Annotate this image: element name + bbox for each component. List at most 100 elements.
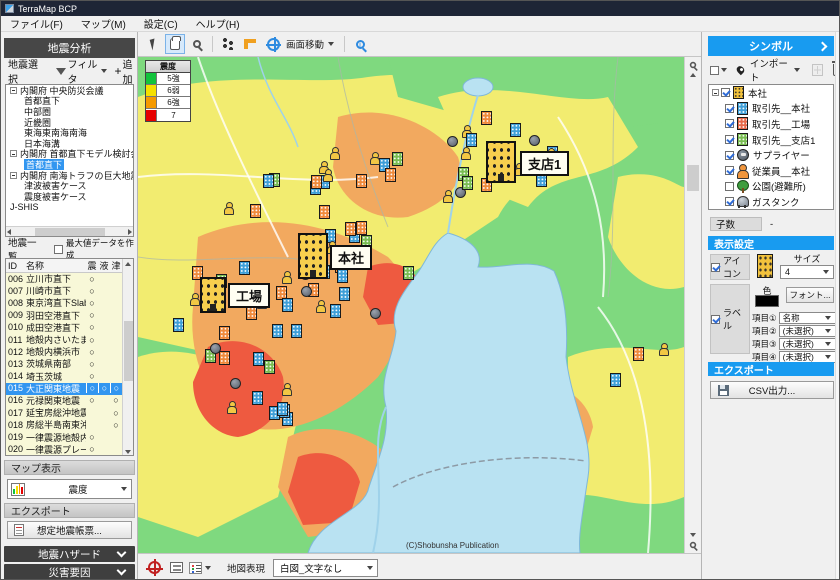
- tree-item[interactable]: 近畿圏: [6, 117, 133, 128]
- table-row[interactable]: 020一律震源プレート...○: [6, 444, 133, 456]
- tree-item[interactable]: 津波被害ケース: [6, 180, 133, 191]
- symbol-tree-item[interactable]: 従業員__本社: [709, 163, 833, 179]
- map-symbol-gas-tank[interactable]: [370, 308, 381, 319]
- symbol-tree-item[interactable]: 取引先__本社: [709, 101, 833, 117]
- expander-icon[interactable]: [712, 89, 719, 96]
- facility-building-icon[interactable]: [200, 277, 226, 313]
- map-symbol-client-hq[interactable]: [173, 318, 184, 332]
- zoom-tool-button[interactable]: [187, 34, 207, 54]
- field-dropdown[interactable]: 名称: [779, 312, 836, 324]
- map-symbol-client-hq[interactable]: [339, 287, 350, 301]
- tree-item[interactable]: 内閣府 中央防災会議: [6, 85, 133, 96]
- map-symbol-client-branch[interactable]: [403, 266, 414, 280]
- dropdown-caret-icon[interactable]: [794, 68, 800, 72]
- label-color-swatch[interactable]: [755, 295, 779, 307]
- field-dropdown[interactable]: (未選択): [779, 325, 836, 337]
- font-button[interactable]: フォント...: [786, 287, 834, 303]
- symbol-tree-item[interactable]: サプライヤー: [709, 147, 833, 163]
- route-tool-button[interactable]: [218, 34, 238, 54]
- zoom-track[interactable]: [685, 77, 701, 533]
- right-panel-scrollbar[interactable]: [835, 32, 840, 580]
- layer-checkbox[interactable]: [725, 197, 734, 206]
- menu-item-ファイル(F)[interactable]: ファイル(F): [1, 16, 72, 31]
- map-canvas[interactable]: 震度 5強6弱6強7 (C)Shobunsha Publication 工場本社…: [138, 57, 684, 553]
- map-symbol-client-hq[interactable]: [466, 133, 477, 147]
- center-marker-button[interactable]: [144, 558, 164, 578]
- map-symbol-client-factory[interactable]: [311, 175, 322, 189]
- zoom-thumb[interactable]: [687, 165, 699, 191]
- facility-label[interactable]: 支店1: [520, 151, 569, 176]
- map-symbol-client-factory[interactable]: [356, 221, 367, 235]
- disaster-factor-section-bar[interactable]: 災害要因: [4, 564, 135, 580]
- map-symbol-gas-tank[interactable]: [230, 378, 241, 389]
- symbol-tree-item[interactable]: 取引先__工場: [709, 116, 833, 132]
- map-symbol-client-factory[interactable]: [250, 204, 261, 218]
- map-symbol-client-hq[interactable]: [282, 298, 293, 312]
- map-symbol-client-factory[interactable]: [219, 326, 230, 340]
- table-vscrollbar[interactable]: [122, 259, 133, 456]
- map-symbol-client-factory[interactable]: [356, 174, 367, 188]
- facility-building-icon[interactable]: [298, 233, 328, 279]
- col-header-ID[interactable]: ID: [6, 261, 26, 271]
- area-tool-button[interactable]: [240, 34, 260, 54]
- expander-icon[interactable]: [10, 87, 17, 94]
- tree-item[interactable]: 日本海溝: [6, 138, 133, 149]
- map-zoom-scrollbar[interactable]: [684, 57, 701, 553]
- icon-checkbox[interactable]: [711, 263, 720, 272]
- layer-checkbox[interactable]: [725, 166, 734, 175]
- symbol-tree-item[interactable]: 本社: [709, 85, 833, 101]
- map-symbol-client-hq[interactable]: [263, 174, 274, 188]
- layer-checkbox[interactable]: [725, 119, 734, 128]
- layer-checkbox[interactable]: [725, 182, 734, 191]
- menu-item-マップ(M)[interactable]: マップ(M): [72, 16, 135, 31]
- map-symbol-client-branch[interactable]: [264, 360, 275, 374]
- identify-tool-button[interactable]: i: [350, 34, 370, 54]
- map-symbol-client-factory[interactable]: [481, 111, 492, 125]
- layer-checkbox[interactable]: [721, 88, 730, 97]
- dropdown-caret-icon[interactable]: [721, 68, 727, 72]
- layer-checkbox[interactable]: [725, 135, 734, 144]
- scroll-left-icon[interactable]: [7, 229, 11, 235]
- symbol-tree-item[interactable]: 公園(避難所): [709, 179, 833, 195]
- tree-item[interactable]: 中部圏: [6, 106, 133, 117]
- layer-checkbox[interactable]: [725, 151, 734, 160]
- pan-mode-dropdown[interactable]: 画面移動: [262, 34, 339, 54]
- tree-item[interactable]: 内閣府 南海トラフの巨大地震モデル検: [6, 170, 133, 181]
- col-header-液[interactable]: 液: [98, 259, 110, 272]
- report-button[interactable]: 想定地震帳票...: [7, 521, 132, 539]
- col-header-名称[interactable]: 名称: [26, 259, 86, 272]
- symbol-tree-item[interactable]: 取引先__支店1: [709, 132, 833, 148]
- menu-item-設定(C)[interactable]: 設定(C): [135, 16, 187, 31]
- map-symbol-client-hq[interactable]: [253, 352, 264, 366]
- map-symbol-client-hq[interactable]: [239, 261, 250, 275]
- map-symbol-client-factory[interactable]: [219, 351, 230, 365]
- csv-export-button[interactable]: CSV出力...: [710, 381, 834, 399]
- import-button[interactable]: インポート: [750, 56, 791, 84]
- tree-item[interactable]: 首都直下: [6, 159, 133, 170]
- pan-tool-button[interactable]: [165, 34, 185, 54]
- map-symbol-client-hq[interactable]: [277, 402, 288, 416]
- scroll-right-icon[interactable]: [128, 229, 132, 235]
- expander-icon[interactable]: [10, 172, 17, 179]
- scroll-thumb[interactable]: [35, 228, 105, 236]
- facility-label[interactable]: 工場: [228, 283, 270, 308]
- size-dropdown[interactable]: 4: [780, 265, 834, 279]
- map-symbol-client-branch[interactable]: [392, 152, 403, 166]
- tree-item[interactable]: 内閣府 首都直下モデル検討会: [6, 149, 133, 160]
- map-style-dropdown[interactable]: 白図_文字なし: [273, 559, 378, 577]
- zoom-in-icon[interactable]: [690, 62, 696, 68]
- hazard-section-bar[interactable]: 地震ハザード: [4, 546, 135, 562]
- layer-checkbox[interactable]: [725, 104, 734, 113]
- col-header-震[interactable]: 震: [86, 259, 98, 272]
- map-symbol-client-hq[interactable]: [610, 373, 621, 387]
- symbol-tree-item[interactable]: ガスタンク: [709, 194, 833, 210]
- tree-item[interactable]: 首都直下: [6, 96, 133, 107]
- scroll-thumb[interactable]: [124, 321, 133, 381]
- map-display-dropdown[interactable]: 震度: [7, 479, 132, 499]
- scroll-up-icon[interactable]: [125, 262, 131, 266]
- field-dropdown[interactable]: (未選択): [779, 338, 836, 350]
- col-header-津[interactable]: 津: [110, 259, 122, 272]
- annotation-button[interactable]: [166, 558, 186, 578]
- scroll-down-icon[interactable]: [125, 450, 131, 454]
- filter-button[interactable]: フィルタ: [56, 56, 107, 86]
